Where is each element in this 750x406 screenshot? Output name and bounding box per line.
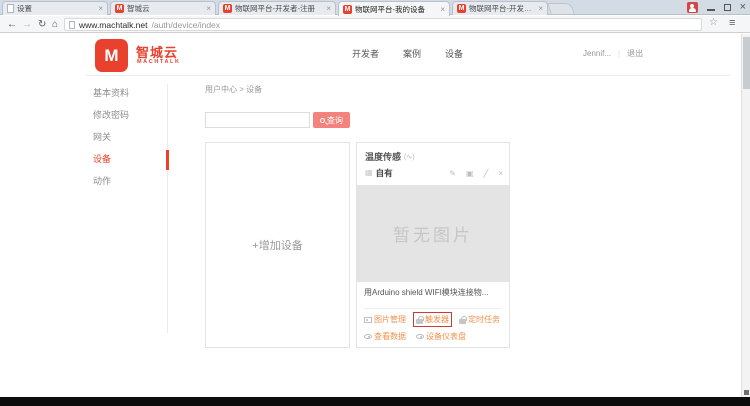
image-icon — [364, 317, 372, 323]
browser-toolbar: ← → ↻ ⌂ www.machtalk.net/auth/device/ind… — [0, 16, 750, 33]
profile-avatar-button[interactable] — [687, 2, 698, 13]
sidebar-item-actions[interactable]: 动作 — [93, 170, 167, 192]
link-device-dashboard[interactable]: 设备仪表盘 — [413, 329, 469, 344]
header-divider — [85, 75, 731, 76]
link-scheduled-task[interactable]: 定时任务 — [456, 312, 503, 327]
sidebar: 基本资料 修改密码 网关 设备 动作 — [93, 82, 167, 192]
bookmark-star-icon[interactable]: ☆ — [709, 17, 718, 28]
tab-settings[interactable]: 设置 × — [2, 1, 108, 15]
category-grid-icon: ▦ — [365, 169, 373, 177]
url-host: www.machtalk.net — [79, 20, 148, 30]
user-divider: | — [618, 49, 620, 58]
eye-icon — [416, 334, 424, 339]
maximize-button[interactable] — [724, 4, 731, 11]
url-path: /auth/device/index — [152, 20, 221, 30]
link-view-data[interactable]: 查看数据 — [361, 329, 409, 344]
search-icon — [320, 118, 325, 123]
delete-icon[interactable]: × — [498, 169, 503, 178]
sidebar-item-basic-info[interactable]: 基本资料 — [93, 82, 167, 104]
scrollbar-thumb[interactable] — [743, 37, 750, 89]
top-navigation: 开发者 案例 设备 — [352, 47, 463, 60]
link-image-management[interactable]: 图片管理 — [361, 312, 409, 327]
nav-item-developer[interactable]: 开发者 — [352, 47, 379, 60]
back-icon[interactable]: ← — [7, 17, 17, 32]
settings-icon[interactable]: ▣ — [466, 169, 474, 178]
window-close-button[interactable]: × — [740, 1, 746, 13]
tab-close-icon[interactable]: × — [98, 4, 103, 13]
tab-zhichengyun[interactable]: M 智城云 × — [110, 1, 216, 15]
machtalk-favicon-icon: M — [115, 4, 124, 13]
tab-title: 物联网平台-开发者-注册 — [235, 3, 323, 14]
device-status-icon: (∿) — [404, 153, 415, 161]
device-title: 温度传感 — [365, 150, 401, 163]
tab-title: 物联网平台-我的设备 — [355, 4, 437, 15]
url-page-icon — [69, 21, 75, 29]
tab-close-icon[interactable]: × — [440, 5, 445, 14]
machtalk-favicon-icon: M — [223, 4, 232, 13]
logout-link[interactable]: 退出 — [627, 48, 643, 59]
link-label: 查看数据 — [374, 331, 406, 342]
tab-register[interactable]: M 物联网平台-开发者-注册 × — [218, 1, 336, 15]
page-favicon-icon — [7, 4, 14, 13]
machtalk-favicon-icon: M — [343, 5, 352, 14]
link-label: 设备仪表盘 — [426, 331, 466, 342]
search-button[interactable]: 查询 — [313, 112, 350, 128]
tab-title: 设置 — [17, 3, 95, 14]
home-icon[interactable]: ⌂ — [52, 17, 58, 32]
edit-icon[interactable]: ╱ — [484, 169, 489, 178]
minimize-button[interactable] — [707, 9, 715, 11]
search-input[interactable] — [205, 112, 310, 128]
bottom-edge-bar — [0, 397, 750, 406]
chrome-menu-icon[interactable]: ≡ — [729, 17, 735, 29]
tab-title: 智城云 — [127, 3, 203, 14]
link-label: 定时任务 — [468, 314, 500, 325]
device-card: 温度传感 (∿) ▦ 自有 ✎ ▣ ╱ × 暂无图片 用Arduino shie… — [356, 142, 510, 348]
reload-icon[interactable]: ↻ — [38, 17, 46, 32]
add-device-card[interactable]: +增加设备 — [205, 142, 350, 348]
machtalk-favicon-icon: M — [457, 4, 466, 13]
scrollbar-down-arrow[interactable] — [744, 390, 749, 395]
ownership-label: 自有 — [376, 167, 393, 179]
forward-icon[interactable]: → — [22, 17, 32, 32]
url-bar[interactable]: www.machtalk.net/auth/device/index — [64, 18, 702, 31]
tab-close-icon[interactable]: × — [206, 4, 211, 13]
lock-icon — [459, 316, 466, 324]
breadcrumb: 用户中心 > 设备 — [205, 84, 262, 95]
sidebar-item-devices[interactable]: 设备 — [93, 148, 167, 170]
nav-item-cases[interactable]: 案例 — [403, 47, 421, 60]
card-divider — [364, 308, 502, 309]
sidebar-active-indicator — [166, 150, 169, 170]
tab-strip: 设置 × M 智城云 × M 物联网平台-开发者-注册 × M 物联网平台-我的… — [0, 0, 750, 15]
tab-my-devices[interactable]: M 物联网平台-我的设备 × — [338, 1, 450, 16]
link-trigger[interactable]: 触发器 — [413, 312, 452, 327]
browser-window: 设置 × M 智城云 × M 物联网平台-开发者-注册 × M 物联网平台-我的… — [0, 0, 750, 406]
lock-icon — [416, 316, 423, 324]
tab-register-2[interactable]: M 物联网平台-开发者-注册 × — [452, 1, 548, 15]
new-tab-button[interactable] — [547, 3, 575, 14]
tab-title: 物联网平台-开发者-注册 — [469, 3, 535, 14]
sidebar-item-gateway[interactable]: 网关 — [93, 126, 167, 148]
link-label: 触发器 — [425, 314, 449, 325]
machtalk-logo[interactable]: M — [95, 39, 128, 72]
search-button-label: 查询 — [327, 115, 343, 126]
tab-close-icon[interactable]: × — [538, 4, 543, 13]
device-description: 用Arduino shield WIFI模块连接物... — [364, 287, 504, 298]
nav-item-devices[interactable]: 设备 — [445, 47, 463, 60]
page-scrollbar[interactable] — [741, 34, 750, 397]
no-image-placeholder: 暂无图片 — [357, 185, 509, 282]
username[interactable]: Jennif... — [583, 49, 611, 58]
share-pencil-icon[interactable]: ✎ — [449, 169, 456, 178]
eye-icon — [364, 334, 372, 339]
logo-text-en: MACHTALK — [137, 59, 181, 65]
sidebar-item-change-password[interactable]: 修改密码 — [93, 104, 167, 126]
link-label: 图片管理 — [374, 314, 406, 325]
sidebar-divider — [167, 84, 168, 333]
site-header: M 智城云 MACHTALK 开发者 案例 设备 Jennif... | 退出 — [0, 34, 741, 76]
tab-close-icon[interactable]: × — [326, 4, 331, 13]
